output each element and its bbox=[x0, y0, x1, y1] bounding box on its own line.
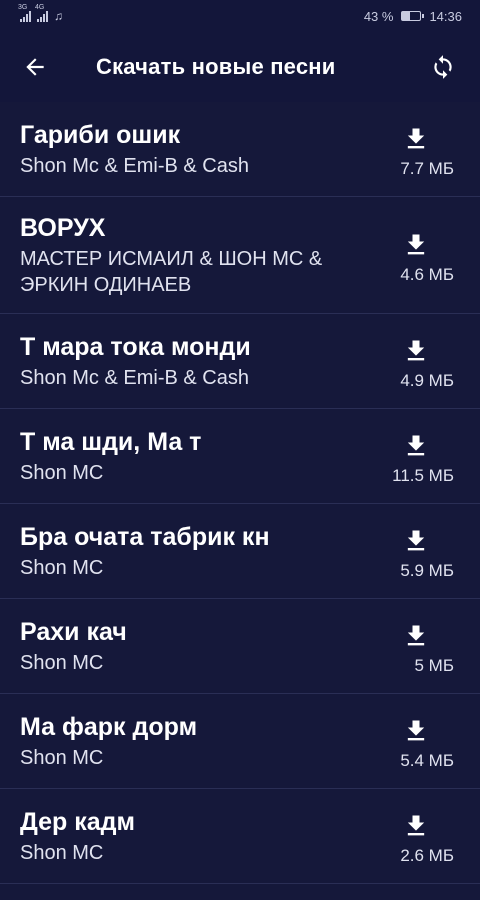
arrow-left-icon bbox=[26, 58, 44, 76]
download-block: 5 МБ bbox=[396, 616, 454, 676]
song-info: Гариби ошик Shon Mc & Emi-B & Cash bbox=[20, 120, 249, 179]
music-note-icon: ♫ bbox=[54, 9, 63, 23]
song-row[interactable]: Рахи кач Shon MC 5 МБ bbox=[0, 599, 480, 694]
download-icon bbox=[407, 234, 425, 255]
song-row[interactable]: Т ма шди, Ма т Shon MC 11.5 МБ bbox=[0, 409, 480, 504]
song-info: Бра очата табрик кн Shon MC bbox=[20, 522, 270, 581]
download-button[interactable] bbox=[396, 426, 436, 466]
download-block: 5.9 МБ bbox=[396, 521, 454, 581]
song-artist: Shon MC bbox=[20, 651, 104, 674]
song-info: Ма фарк дорм Shon MC bbox=[20, 712, 197, 771]
clock: 14:36 bbox=[429, 8, 462, 24]
file-size: 5.4 МБ bbox=[400, 751, 454, 770]
download-button[interactable] bbox=[396, 711, 436, 751]
song-title: Т ма шди, Ма т bbox=[20, 427, 202, 456]
song-row[interactable]: Т мара тока монди Shon Mc & Emi-B & Cash… bbox=[0, 314, 480, 409]
song-title: Гариби ошик bbox=[20, 120, 181, 149]
song-title: Дер кадм bbox=[20, 807, 136, 836]
song-info: Т мара тока монди Shon Mc & Emi-B & Cash bbox=[20, 332, 251, 391]
download-icon bbox=[407, 720, 425, 741]
song-title: Ма фарк дорм bbox=[20, 712, 198, 741]
file-size: 5 МБ bbox=[414, 656, 455, 675]
status-bar: 3G 4G ♫ 43 % 14:36 bbox=[0, 0, 480, 32]
download-icon bbox=[407, 128, 425, 149]
song-artist: МАСТЕР ИСМАИЛ & ШОН МС & ЭРКИН ОДИНАЕВ bbox=[20, 247, 323, 296]
song-info: Рахи кач Shon MC bbox=[20, 617, 127, 676]
download-button[interactable] bbox=[396, 521, 436, 561]
song-artist: Shon MC bbox=[20, 461, 104, 484]
refresh-icon bbox=[434, 55, 452, 79]
download-button[interactable] bbox=[396, 225, 436, 265]
song-info: Дер кадм Shon MC bbox=[20, 807, 135, 866]
download-icon bbox=[407, 815, 425, 836]
song-row[interactable]: Гариби ошик Shon Mc & Emi-B & Cash 7.7 М… bbox=[0, 102, 480, 197]
download-icon bbox=[407, 625, 425, 646]
download-button[interactable] bbox=[396, 331, 436, 371]
status-right: 43 % 14:36 bbox=[364, 9, 462, 24]
song-info: ВОРУХ МАСТЕР ИСМАИЛ & ШОН МС & ЭРКИН ОДИ… bbox=[20, 213, 340, 298]
song-artist: Shon MC bbox=[20, 556, 104, 579]
download-block: 4.6 МБ bbox=[396, 225, 454, 285]
song-title: Рахи кач bbox=[20, 617, 127, 646]
download-button[interactable] bbox=[396, 806, 436, 846]
song-row[interactable]: Дер кадм Shon MC 2.6 МБ bbox=[0, 789, 480, 884]
file-size: 7.7 МБ bbox=[400, 159, 454, 178]
song-row[interactable]: ВОРУХ МАСТЕР ИСМАИЛ & ШОН МС & ЭРКИН ОДИ… bbox=[0, 197, 480, 314]
download-block: 11.5 МБ bbox=[392, 426, 454, 486]
download-button[interactable] bbox=[396, 119, 436, 159]
download-block: 5.4 МБ bbox=[396, 711, 454, 771]
song-artist: Shon Mc & Emi-B & Cash bbox=[20, 366, 249, 389]
song-row[interactable]: Ма фарк дорм Shon MC 5.4 МБ bbox=[0, 694, 480, 789]
download-icon bbox=[407, 530, 425, 551]
download-icon bbox=[407, 435, 425, 456]
battery-icon bbox=[401, 11, 425, 21]
signal-icon: 4G bbox=[35, 4, 48, 22]
file-size: 4.6 МБ bbox=[400, 265, 454, 284]
song-list: Гариби ошик Shon Mc & Emi-B & Cash 7.7 М… bbox=[0, 102, 480, 884]
battery-percent: 43 % bbox=[363, 8, 394, 24]
refresh-button[interactable] bbox=[418, 42, 468, 92]
status-left: 3G 4G ♫ bbox=[18, 4, 63, 23]
song-artist: Shon MC bbox=[20, 841, 104, 864]
song-row[interactable]: Бра очата табрик кн Shon MC 5.9 МБ bbox=[0, 504, 480, 599]
download-block: 4.9 МБ bbox=[396, 331, 454, 391]
song-info: Т ма шди, Ма т Shon MC bbox=[20, 427, 201, 486]
download-icon bbox=[407, 340, 425, 361]
file-size: 4.9 МБ bbox=[400, 371, 454, 390]
song-artist: Shon MC bbox=[20, 746, 104, 769]
page-title: Скачать новые песни bbox=[96, 54, 336, 79]
song-artist: Shon Mc & Emi-B & Cash bbox=[20, 154, 249, 177]
download-block: 7.7 МБ bbox=[396, 119, 454, 179]
app-bar: Скачать новые песни bbox=[0, 32, 480, 102]
file-size: 2.6 МБ bbox=[400, 846, 454, 865]
back-button[interactable] bbox=[0, 32, 70, 102]
download-block: 2.6 МБ bbox=[396, 806, 454, 866]
signal-icon: 3G bbox=[18, 4, 31, 22]
download-button[interactable] bbox=[396, 616, 436, 656]
file-size: 5.9 МБ bbox=[400, 561, 454, 580]
file-size: 11.5 МБ bbox=[392, 466, 454, 485]
song-title: Бра очата табрик кн bbox=[20, 522, 270, 551]
song-title: Т мара тока монди bbox=[20, 332, 251, 361]
song-title: ВОРУХ bbox=[20, 213, 106, 242]
